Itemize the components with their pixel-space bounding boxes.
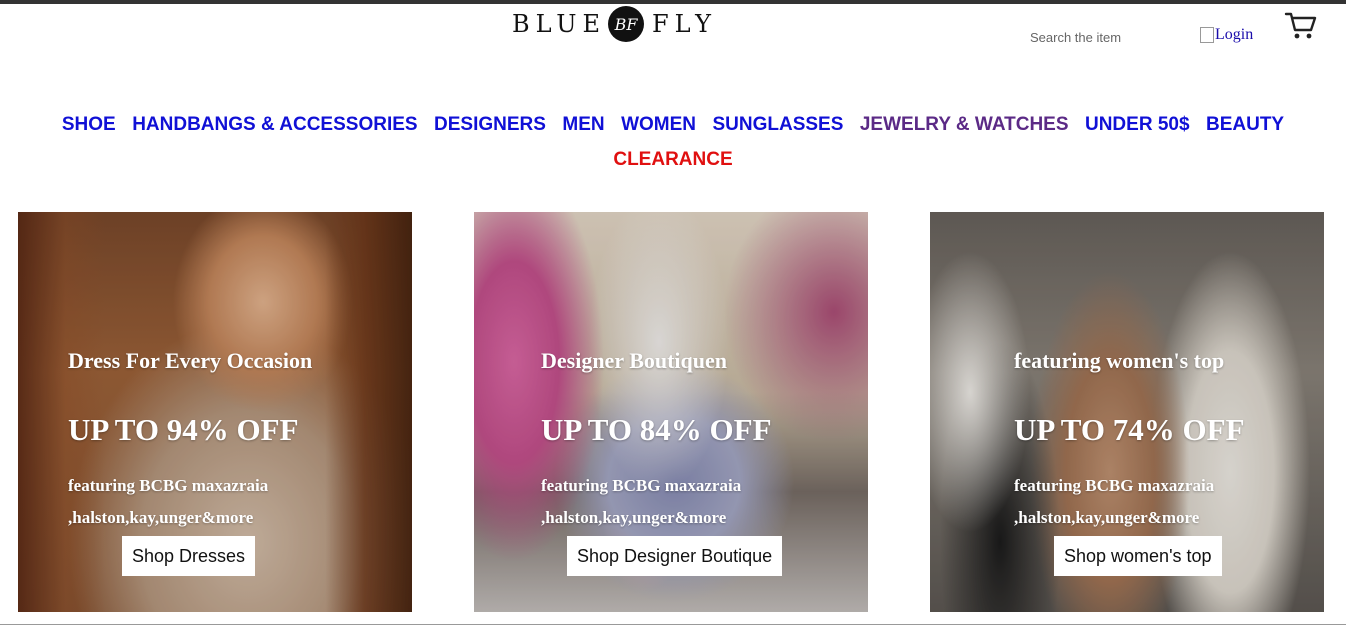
nav-beauty[interactable]: BEAUTY [1206, 114, 1284, 135]
broken-image-icon [1200, 27, 1214, 43]
nav-shoe[interactable]: SHOE [62, 114, 116, 135]
promo-heading: Designer Boutiquen [541, 348, 728, 373]
promo-discount: UP TO 94% OFF [68, 412, 299, 447]
logo-text-right: FLY [652, 10, 717, 38]
promo-card-dresses: Dress For Every Occasion UP TO 94% OFF f… [18, 212, 412, 612]
shop-dresses-button[interactable]: Shop Dresses [122, 536, 256, 576]
promo-featuring: featuring BCBG maxazraia ,halston,kay,un… [541, 476, 742, 527]
main-nav: SHOE HANDBANGS & ACCESSORIES DESIGNERS M… [0, 108, 1346, 178]
login-label: Login [1215, 26, 1254, 43]
cart-icon[interactable] [1284, 10, 1318, 42]
promo-featuring: featuring BCBG maxazraia ,halston,kay,un… [1014, 476, 1215, 527]
promo-featuring: featuring BCBG maxazraia ,halston,kay,un… [68, 476, 269, 527]
nav-handbags-accessories[interactable]: HANDBANGS & ACCESSORIES [132, 114, 417, 135]
shop-designer-boutique-button[interactable]: Shop Designer Boutique [567, 536, 783, 576]
promo-card-designer-boutique: Designer Boutiquen UP TO 84% OFF featuri… [474, 212, 868, 612]
promo-heading: Dress For Every Occasion [68, 348, 313, 373]
promo-card-womens-top: featuring women's top UP TO 74% OFF feat… [930, 212, 1324, 612]
top-border [0, 0, 1346, 4]
logo-text-left: BLUE [512, 10, 607, 38]
promo-discount: UP TO 84% OFF [541, 412, 772, 447]
nav-women[interactable]: WOMEN [621, 114, 696, 135]
nav-designers[interactable]: DESIGNERS [434, 114, 546, 135]
nav-men[interactable]: MEN [562, 114, 604, 135]
shop-womens-top-button[interactable]: Shop women's top [1054, 536, 1222, 576]
promo-discount: UP TO 74% OFF [1014, 412, 1245, 447]
promo-heading: featuring women's top [1014, 348, 1225, 373]
logo-monogram: BF [608, 6, 645, 42]
nav-under-50[interactable]: UNDER 50$ [1085, 114, 1190, 135]
bottom-divider [0, 624, 1346, 625]
nav-clearance[interactable]: CLEARANCE [613, 149, 732, 170]
search-input[interactable] [1030, 28, 1180, 46]
nav-jewelry-watches[interactable]: JEWELRY & WATCHES [860, 114, 1069, 135]
bluefly-logo[interactable]: BLUE BF FLY [512, 5, 717, 43]
nav-sunglasses[interactable]: SUNGLASSES [712, 114, 843, 135]
login-link[interactable]: Login [1200, 26, 1253, 44]
